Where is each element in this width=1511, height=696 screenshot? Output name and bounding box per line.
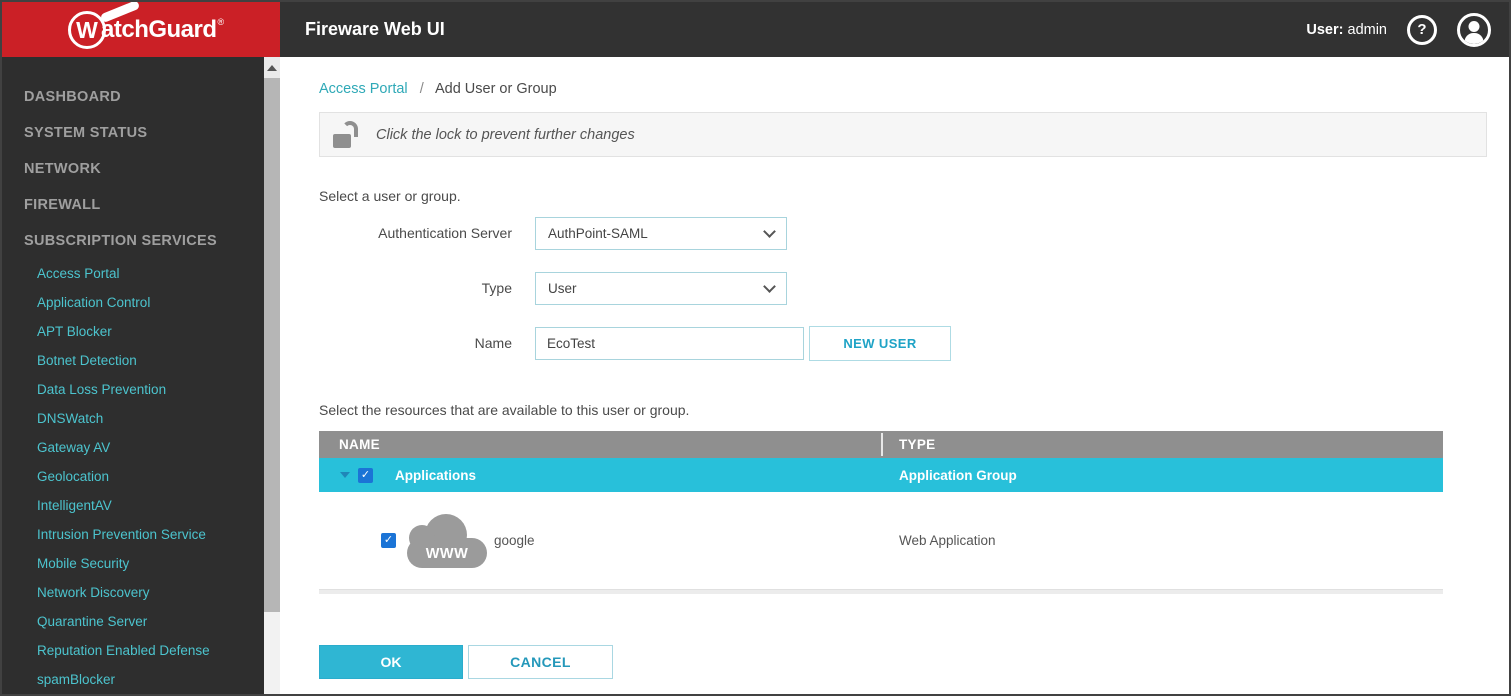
sidebar-item-subscription-services[interactable]: SUBSCRIPTION SERVICES [2, 223, 264, 259]
sidebar-item-botnet-detection[interactable]: Botnet Detection [2, 346, 264, 375]
chevron-down-icon [763, 280, 776, 293]
lock-body [333, 134, 351, 148]
sidebar-nav: DASHBOARD SYSTEM STATUS NETWORK FIREWALL… [2, 57, 264, 694]
sidebar-item-intrusion-prevention-service[interactable]: Intrusion Prevention Service [2, 520, 264, 549]
table-row-google[interactable]: WWW google Web Application [319, 492, 1443, 589]
row-type: Web Application [899, 533, 996, 548]
sidebar-item-firewall[interactable]: FIREWALL [2, 187, 264, 223]
chevron-down-icon [763, 225, 776, 238]
column-header-name: NAME [339, 437, 380, 452]
sidebar-item-apt-blocker[interactable]: APT Blocker [2, 317, 264, 346]
sidebar-item-intelligentav[interactable]: IntelligentAV [2, 491, 264, 520]
new-user-button[interactable]: NEW USER [809, 326, 951, 361]
auth-server-value: AuthPoint-SAML [548, 226, 648, 241]
registered-mark: ® [217, 17, 225, 27]
help-icon[interactable]: ? [1407, 14, 1437, 45]
row-type: Application Group [899, 467, 1017, 483]
sidebar-item-quarantine-server[interactable]: Quarantine Server [2, 607, 264, 636]
table-row-applications[interactable]: Applications Application Group [319, 458, 1443, 492]
breadcrumb-current: Add User or Group [434, 81, 557, 97]
row-name: Applications [395, 467, 477, 483]
breadcrumb-separator: / [419, 81, 424, 97]
fireware-web-ui-window: W atchGuard ® Fireware Web UI User: admi… [0, 0, 1511, 696]
sidebar-item-mobile-security[interactable]: Mobile Security [2, 549, 264, 578]
scrollbar-thumb[interactable] [264, 78, 280, 612]
lock-notice-bar: Click the lock to prevent further change… [319, 112, 1487, 157]
expand-triangle-icon[interactable] [340, 472, 350, 478]
sidebar-item-application-control[interactable]: Application Control [2, 288, 264, 317]
user-label: User: [1306, 21, 1344, 38]
sidebar-item-access-portal[interactable]: Access Portal [2, 259, 264, 288]
lock-notice-text: Click the lock to prevent further change… [376, 126, 635, 143]
sidebar-item-spamblocker[interactable]: spamBlocker [2, 665, 264, 694]
breadcrumb: Access Portal / Add User or Group [319, 81, 557, 97]
page-title: Fireware Web UI [305, 19, 445, 39]
auth-server-label: Authentication Server [378, 225, 512, 241]
type-value: User [548, 281, 577, 296]
resources-table: NAME TYPE Applications Application Group… [319, 431, 1443, 594]
name-label: Name [474, 335, 512, 351]
sidebar-item-network[interactable]: NETWORK [2, 151, 264, 187]
google-checkbox[interactable] [381, 533, 396, 548]
sidebar-item-geolocation[interactable]: Geolocation [2, 462, 264, 491]
sidebar-scrollbar[interactable] [264, 57, 280, 694]
watchguard-brand-block: W atchGuard ® [2, 2, 280, 57]
sidebar-item-data-loss-prevention[interactable]: Data Loss Prevention [2, 375, 264, 404]
column-divider [881, 433, 883, 456]
select-resources-section-label: Select the resources that are available … [319, 402, 690, 418]
sidebar-item-dashboard[interactable]: DASHBOARD [2, 79, 264, 115]
sidebar-item-reputation-enabled-defense[interactable]: Reputation Enabled Defense [2, 636, 264, 665]
user-account-icon[interactable] [1457, 12, 1491, 47]
type-label: Type [481, 280, 512, 296]
main-content: Access Portal / Add User or Group Click … [280, 57, 1509, 694]
column-header-type: TYPE [899, 437, 936, 452]
open-lock-icon[interactable] [333, 121, 360, 148]
sidebar-item-network-discovery[interactable]: Network Discovery [2, 578, 264, 607]
type-select[interactable]: User [535, 272, 787, 305]
sidebar-item-dnswatch[interactable]: DNSWatch [2, 404, 264, 433]
logged-in-user: User: admin [1306, 22, 1387, 38]
sidebar-item-gateway-av[interactable]: Gateway AV [2, 433, 264, 462]
table-header-row: NAME TYPE [319, 431, 1443, 458]
user-name: admin [1347, 21, 1388, 38]
ok-button[interactable]: OK [319, 645, 463, 679]
row-name: google [494, 533, 535, 548]
logo-text: atchGuard [101, 16, 217, 43]
watchguard-logo: W atchGuard ® [68, 2, 225, 50]
select-user-section-label: Select a user or group. [319, 188, 461, 204]
name-input[interactable] [535, 327, 804, 360]
top-header-bar: W atchGuard ® Fireware Web UI User: admi… [2, 2, 1509, 57]
cloud-www-text: WWW [425, 546, 469, 562]
applications-checkbox[interactable] [358, 467, 373, 483]
header-right-cluster: User: admin ? [1306, 2, 1491, 57]
auth-server-select[interactable]: AuthPoint-SAML [535, 217, 787, 250]
www-cloud-icon: WWW [407, 514, 487, 568]
breadcrumb-access-portal-link[interactable]: Access Portal [319, 81, 408, 97]
cancel-button[interactable]: CANCEL [468, 645, 613, 679]
logo-w-circle-icon: W [68, 11, 106, 49]
scrollbar-up-arrow-icon[interactable] [264, 57, 280, 78]
sidebar-item-system-status[interactable]: SYSTEM STATUS [2, 115, 264, 151]
table-bottom-strip [319, 589, 1443, 594]
